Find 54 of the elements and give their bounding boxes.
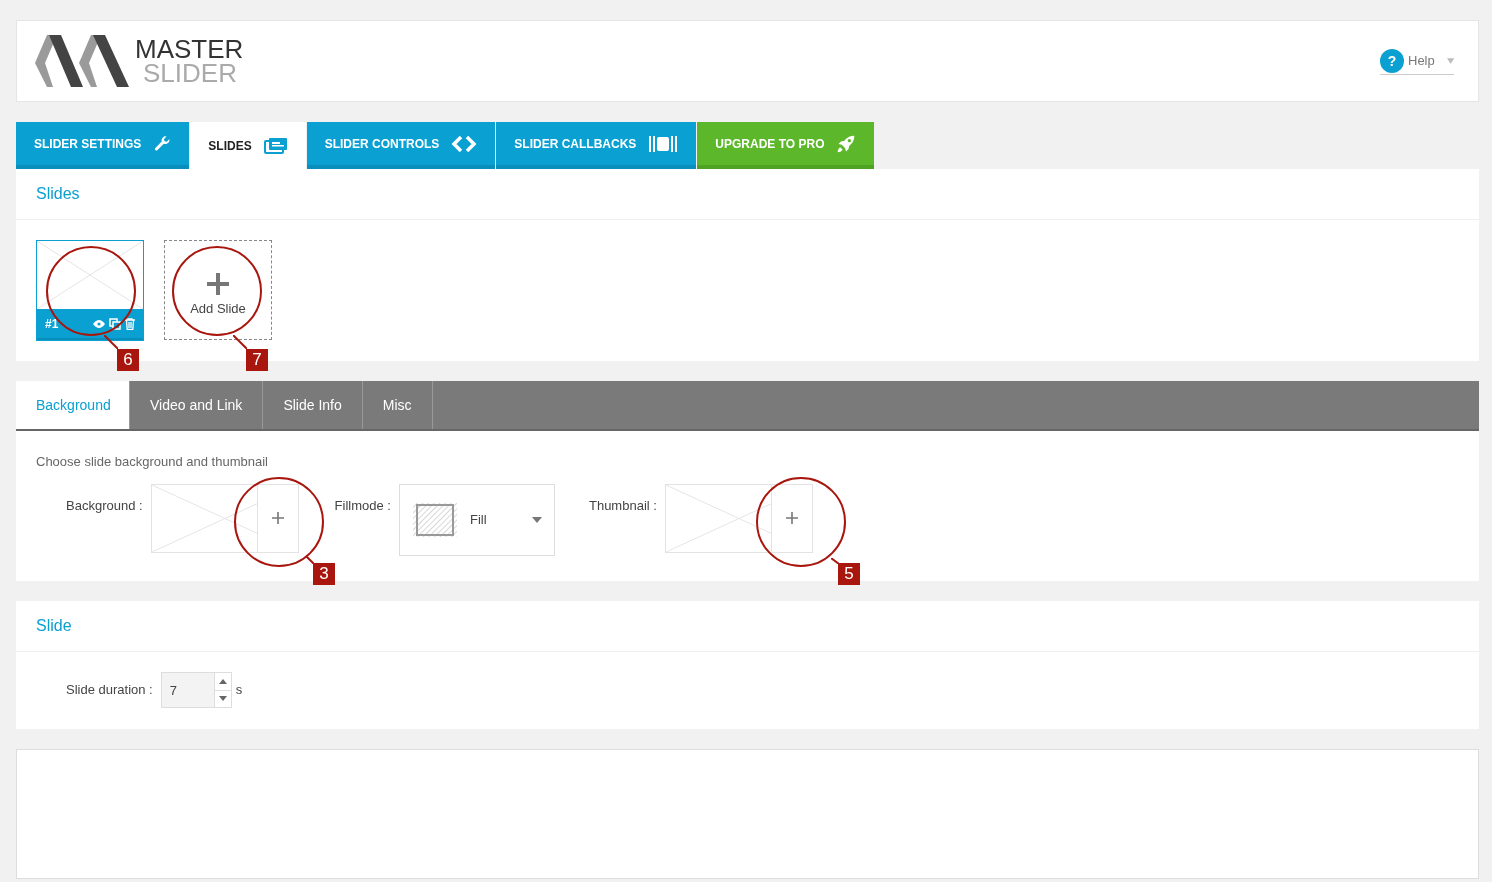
sub-tab[interactable]: Slide Info — [263, 381, 363, 429]
chevrons-icon — [451, 134, 478, 153]
trash-icon[interactable] — [125, 317, 135, 330]
callout-number: 5 — [838, 563, 860, 585]
plus-icon — [207, 273, 229, 296]
field-label: Fillmode : — [334, 496, 391, 515]
logo-text: SLIDER — [142, 61, 238, 85]
slides-icon — [263, 136, 288, 155]
sub-tab[interactable]: Misc — [362, 381, 433, 429]
field-label: Slide duration : — [66, 681, 153, 700]
leader-line — [831, 558, 839, 564]
logo-text: MASTER — [135, 37, 244, 61]
callout-number: 7 — [246, 349, 268, 371]
panel-title: Slide — [36, 616, 72, 636]
slide-thumbnail[interactable]: #1 — [36, 240, 144, 341]
slide-number: #1 — [45, 315, 59, 333]
help-button[interactable]: ? Help — [1380, 47, 1454, 75]
image-picker[interactable] — [664, 483, 813, 553]
tab[interactable]: SLIDER CONTROLS — [306, 122, 496, 169]
tab[interactable]: UPGRADE TO PRO — [697, 122, 875, 169]
field-label: Thumbnail : — [588, 496, 657, 515]
help-label: Help — [1408, 51, 1435, 70]
wrench-icon — [153, 134, 172, 153]
caret-icon — [1446, 57, 1454, 64]
eye-icon[interactable] — [93, 319, 105, 328]
unit-label: s — [235, 681, 243, 700]
leader-line — [306, 556, 314, 564]
image-picker[interactable] — [150, 483, 299, 553]
add-slide-button[interactable]: Add Slide — [164, 240, 272, 340]
help-icon: ? — [1380, 48, 1404, 73]
section-description: Choose slide background and thumbnail — [36, 453, 269, 471]
number-input[interactable]: 7 — [160, 672, 232, 708]
field-label: Background : — [66, 496, 143, 515]
logo-icon — [33, 33, 131, 89]
fillmode-dropdown[interactable]: Fill — [398, 483, 555, 556]
sub-tab[interactable]: Video and Link — [130, 381, 264, 429]
tab[interactable]: SLIDER CALLBACKS — [496, 122, 697, 169]
leader-line — [233, 335, 247, 349]
tab[interactable]: SLIDER SETTINGS — [16, 122, 190, 169]
caret-icon — [531, 516, 542, 523]
callout-number: 3 — [313, 563, 335, 585]
sub-tab[interactable]: Background — [16, 381, 130, 429]
plus-icon — [785, 512, 798, 524]
caret-up-icon — [218, 678, 227, 684]
bars-icon — [648, 134, 679, 153]
tab[interactable]: SLIDES — [190, 122, 306, 169]
fill-pattern-icon — [411, 501, 458, 538]
leader-line — [104, 335, 118, 349]
panel-title: Slides — [36, 184, 80, 204]
plus-icon — [271, 512, 284, 524]
duplicate-icon[interactable] — [109, 317, 121, 330]
rocket-icon — [836, 133, 857, 154]
caret-down-icon — [218, 696, 227, 702]
callout-number: 6 — [117, 349, 139, 371]
